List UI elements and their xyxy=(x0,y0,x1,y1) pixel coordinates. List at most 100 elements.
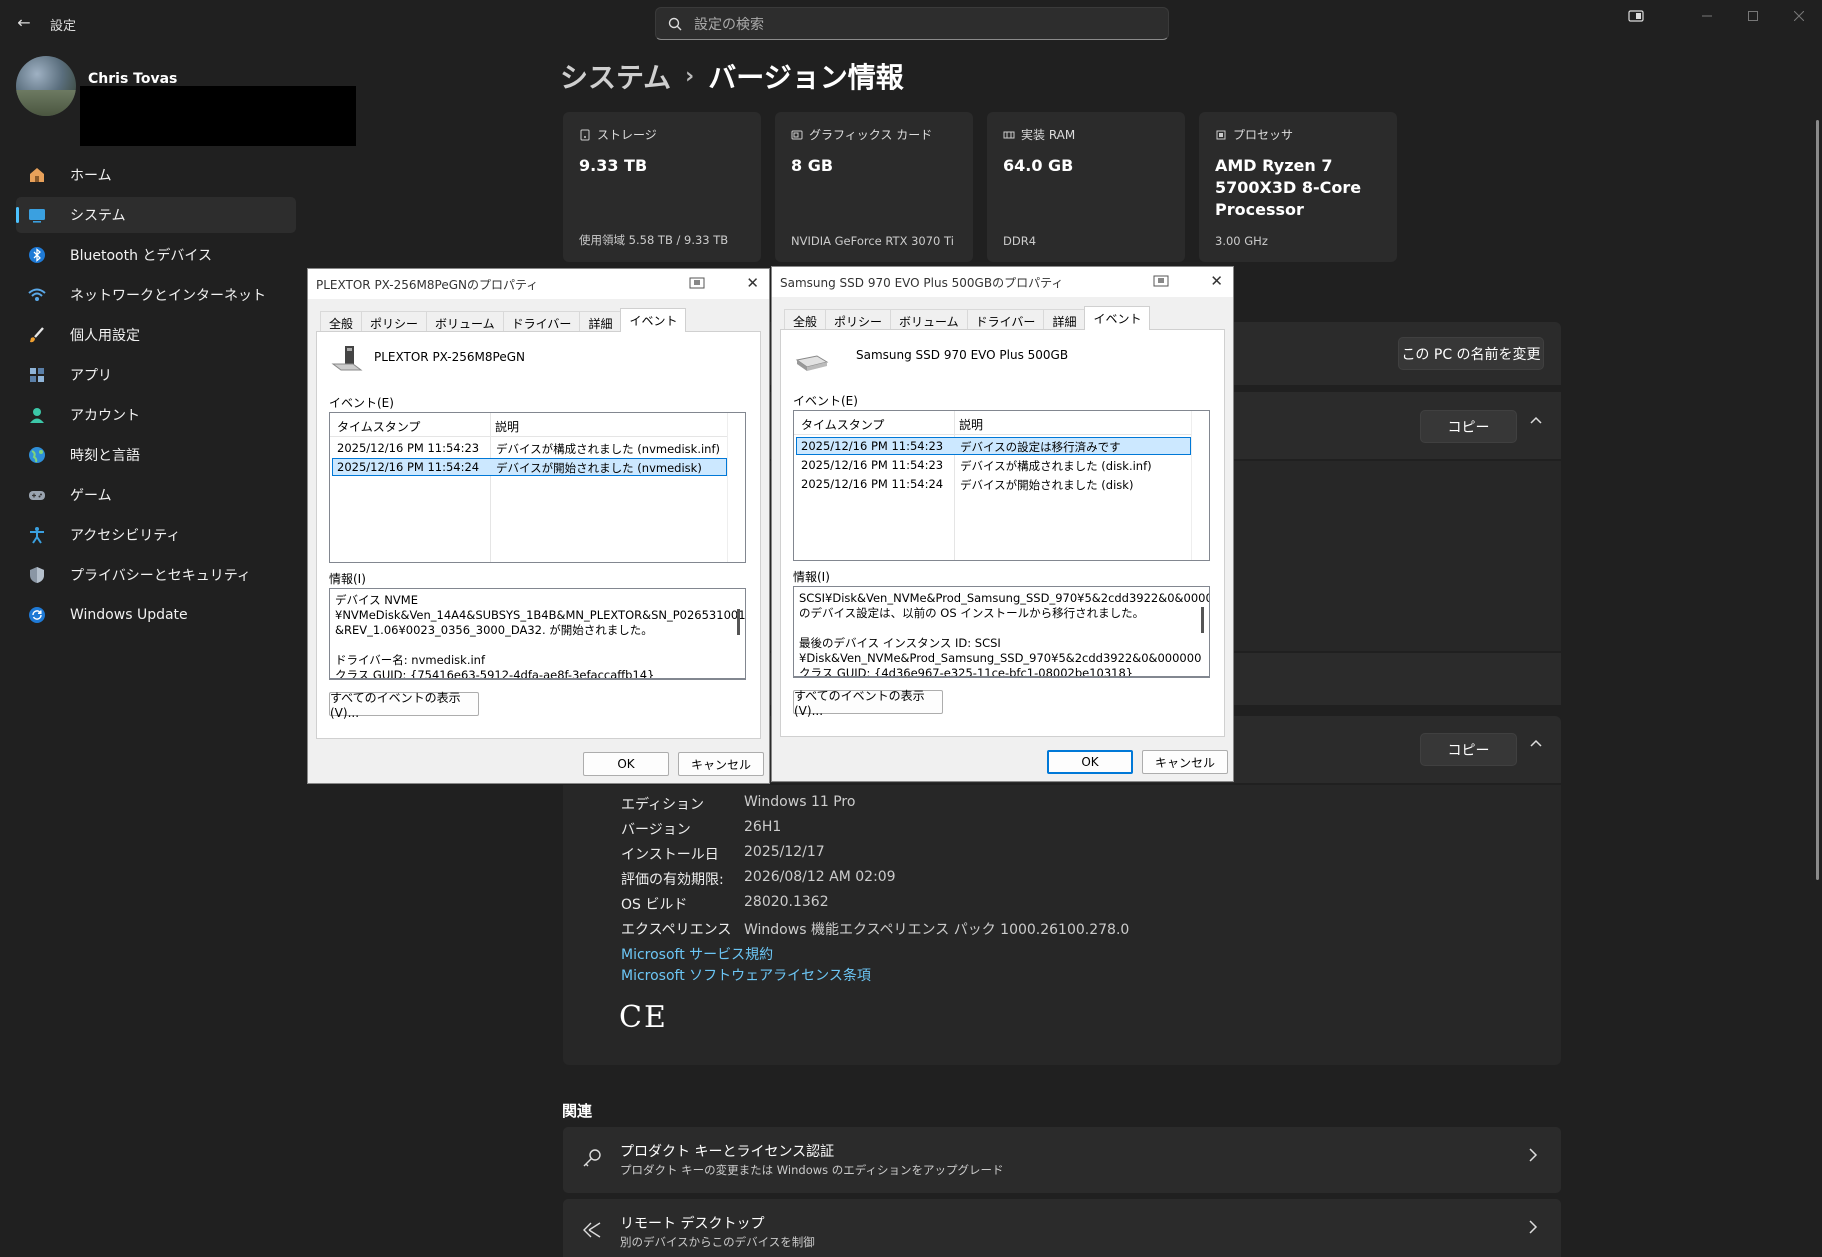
list-item-selected[interactable]: 2025/12/16 PM 11:54:23 デバイスの設定は移行済みです xyxy=(796,437,1191,455)
tab-content: Samsung SSD 970 EVO Plus 500GB イベント(E) タ… xyxy=(780,329,1225,737)
remote-desktop-row[interactable]: リモート デスクトップ 別のデバイスからこのデバイスを制御 xyxy=(563,1199,1561,1257)
rename-pc-button[interactable]: この PC の名前を変更 xyxy=(1398,337,1544,370)
show-all-events-button[interactable]: すべてのイベントの表示(V)... xyxy=(793,689,943,718)
list-scrollbar[interactable] xyxy=(1191,411,1209,560)
storage-card[interactable]: ストレージ 9.33 TB 使用領域 5.58 TB / 9.33 TB xyxy=(563,112,761,262)
cancel-button[interactable]: キャンセル xyxy=(1142,750,1228,774)
card-label: ストレージ xyxy=(597,128,657,142)
license-terms-link[interactable]: Microsoft ソフトウェアライセンス条項 xyxy=(621,965,871,985)
services-agreement-link[interactable]: Microsoft サービス規約 xyxy=(621,944,773,964)
scrollbar[interactable] xyxy=(1816,120,1819,880)
product-key-row[interactable]: プロダクト キーとライセンス認証 プロダクト キーの変更または Windows … xyxy=(563,1127,1561,1193)
card-value: AMD Ryzen 7 5700X3D 8-Core Processor xyxy=(1215,156,1362,219)
sidebar-item-9[interactable]: ゲーム xyxy=(16,477,296,513)
card-value: 8 GB xyxy=(791,156,834,175)
sidebar-item-8[interactable]: 時刻と言語 xyxy=(16,437,296,473)
info-scroll-thumb[interactable] xyxy=(737,609,740,635)
copy-device-specs-button[interactable]: コピー xyxy=(1420,410,1517,443)
search-input[interactable]: 設定の検索 xyxy=(655,7,1169,40)
gpu-card[interactable]: グラフィックス カード 8 GB NVIDIA GeForce RTX 3070… xyxy=(775,112,973,262)
sidebar-item-label: 時刻と言語 xyxy=(70,448,140,464)
update-icon xyxy=(26,604,48,626)
redacted-email xyxy=(80,86,356,146)
card-sub: 3.00 GHz xyxy=(1215,234,1268,248)
list-item[interactable]: 2025/12/16 PM 11:54:23 デバイスが構成されました (disk… xyxy=(796,456,1191,474)
card-sub: 使用領域 5.58 TB / 9.33 TB xyxy=(579,233,729,247)
row-title: リモート デスクトップ xyxy=(620,1216,765,1232)
tab-policy[interactable]: ポリシー xyxy=(825,309,892,329)
chevron-right-icon xyxy=(1527,1219,1539,1240)
tab-general[interactable]: 全般 xyxy=(784,309,827,329)
maximize-button[interactable] xyxy=(1730,0,1776,32)
tab-events[interactable]: イベント xyxy=(620,308,687,332)
row-title: プロダクト キーとライセンス認証 xyxy=(620,1144,835,1160)
tab-volume[interactable]: ボリューム xyxy=(890,309,968,329)
copy-windows-specs-button[interactable]: コピー xyxy=(1420,733,1517,766)
chevron-up-icon[interactable] xyxy=(1528,412,1544,432)
gpu-icon xyxy=(791,130,803,139)
sidebar-item-5[interactable]: 個人用設定 xyxy=(16,317,296,353)
events-list[interactable]: タイムスタンプ 説明 2025/12/16 PM 11:54:23 デバイスが構成さ… xyxy=(329,412,746,563)
info-text[interactable]: SCSI¥Disk&Ven_NVMe&Prod_Samsung_SSD_970¥… xyxy=(793,586,1210,678)
dialog-close-button[interactable]: ✕ xyxy=(1210,272,1223,290)
close-button[interactable] xyxy=(1776,0,1822,32)
search-placeholder: 設定の検索 xyxy=(694,16,764,33)
sidebar-item-10[interactable]: アクセシビリティ xyxy=(16,517,296,553)
sidebar-item-label: アカウント xyxy=(70,408,140,424)
tab-policy[interactable]: ポリシー xyxy=(361,311,428,331)
ok-button[interactable]: OK xyxy=(1047,750,1133,774)
info-label: 情報(I) xyxy=(329,572,366,586)
cpu-card[interactable]: プロセッサ AMD Ryzen 7 5700X3D 8-Core Process… xyxy=(1199,112,1397,262)
plextor-properties-dialog: PLEXTOR PX-256M8PeGNのプロパティ ✕ 全般 ポリシー ボリュ… xyxy=(307,268,770,784)
tab-driver[interactable]: ドライバー xyxy=(502,311,581,331)
info-text[interactable]: デバイス NVME ¥NVMeDisk&Ven_14A4&SUBSYS_1B4B&… xyxy=(329,588,746,680)
tab-driver[interactable]: ドライバー xyxy=(966,309,1045,329)
sidebar-item-12[interactable]: Windows Update xyxy=(16,597,296,633)
sidebar-item-6[interactable]: アプリ xyxy=(16,357,296,393)
events-list[interactable]: タイムスタンプ 説明 2025/12/16 PM 11:54:23 デバイスの設定は… xyxy=(793,410,1210,561)
sidebar-item-2[interactable]: システム xyxy=(16,197,296,233)
column-header-timestamp[interactable]: タイムスタンプ xyxy=(801,416,884,433)
tab-events[interactable]: イベント xyxy=(1084,306,1151,330)
globe-icon xyxy=(26,444,48,466)
column-header-description[interactable]: 説明 xyxy=(959,416,983,433)
tab-general[interactable]: 全般 xyxy=(320,311,363,331)
back-button[interactable]: ← xyxy=(14,12,34,32)
show-all-events-button[interactable]: すべてのイベントの表示(V)... xyxy=(329,691,479,720)
related-heading: 関連 xyxy=(562,1102,593,1120)
tab-details[interactable]: 詳細 xyxy=(1043,309,1086,329)
sidebar-item-7[interactable]: アカウント xyxy=(16,397,296,433)
card-label: グラフィックス カード xyxy=(809,128,933,142)
dialog-close-button[interactable]: ✕ xyxy=(746,274,759,292)
snap-icon[interactable] xyxy=(1613,0,1659,32)
column-header-description[interactable]: 説明 xyxy=(495,418,519,435)
sidebar-item-11[interactable]: プライバシーとセキュリティ xyxy=(16,557,296,593)
ram-icon xyxy=(1003,131,1015,138)
spec-value: Windows 11 Pro xyxy=(744,794,856,810)
avatar[interactable] xyxy=(16,56,76,116)
list-item[interactable]: 2025/12/16 PM 11:54:24 デバイスが開始されました (disk… xyxy=(796,475,1191,493)
brush-icon xyxy=(26,324,48,346)
spec-label: OS ビルド xyxy=(621,897,688,913)
list-scrollbar[interactable] xyxy=(727,413,745,562)
list-item-selected[interactable]: 2025/12/16 PM 11:54:24 デバイスが開始されました (nvme… xyxy=(332,458,727,476)
column-header-timestamp[interactable]: タイムスタンプ xyxy=(337,418,420,435)
spec-label: インストール日 xyxy=(621,847,719,863)
sidebar-item-3[interactable]: Bluetooth とデバイス xyxy=(16,237,296,273)
tab-volume[interactable]: ボリューム xyxy=(426,311,504,331)
sidebar-item-1[interactable]: ホーム xyxy=(16,157,296,193)
spec-value: Windows 機能エクスペリエンス パック 1000.26100.278.0 xyxy=(744,922,1130,938)
account-icon xyxy=(26,404,48,426)
chevron-up-icon[interactable] xyxy=(1528,735,1544,755)
list-item[interactable]: 2025/12/16 PM 11:54:23 デバイスが構成されました (nvme… xyxy=(332,439,727,457)
bluetooth-icon xyxy=(26,244,48,266)
info-scroll-thumb[interactable] xyxy=(1201,607,1204,633)
ram-card[interactable]: 実装 RAM 64.0 GB DDR4 xyxy=(987,112,1185,262)
cancel-button[interactable]: キャンセル xyxy=(678,752,764,776)
ok-button[interactable]: OK xyxy=(583,752,669,776)
sidebar-item-label: ゲーム xyxy=(70,488,112,504)
breadcrumb-parent[interactable]: システム xyxy=(560,56,671,96)
minimize-button[interactable] xyxy=(1684,0,1730,32)
tab-details[interactable]: 詳細 xyxy=(579,311,622,331)
sidebar-item-4[interactable]: ネットワークとインターネット xyxy=(16,277,296,313)
